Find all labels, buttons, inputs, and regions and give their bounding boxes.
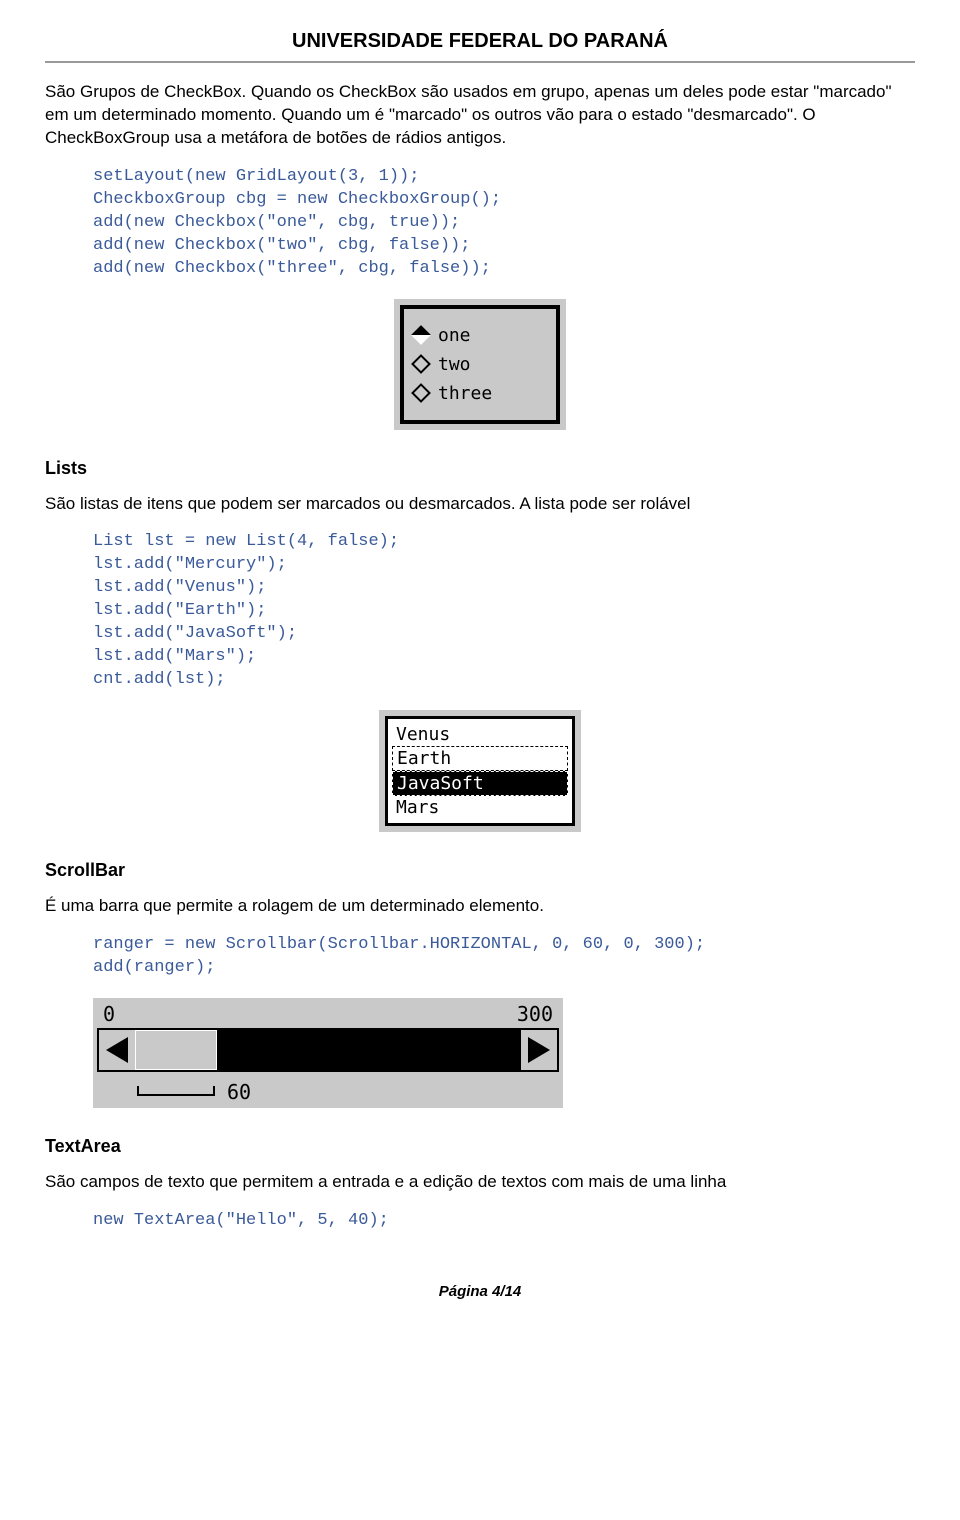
radio-label: three: [438, 383, 492, 404]
radio-option-two: two: [414, 354, 546, 375]
arrow-left-icon: [99, 1030, 135, 1070]
radio-label: one: [438, 325, 471, 346]
scroll-max-label: 300: [517, 1002, 553, 1026]
intro-paragraph: São Grupos de CheckBox. Quando os CheckB…: [45, 81, 915, 150]
header-divider: [45, 61, 915, 63]
scroll-thumb: [135, 1030, 217, 1070]
arrow-right-icon: [521, 1030, 557, 1070]
heading-scrollbar: ScrollBar: [45, 860, 915, 881]
page-footer: Página 4/14: [45, 1283, 915, 1300]
radio-option-three: three: [414, 383, 546, 404]
figure-scrollbar: 0 300 60: [93, 998, 915, 1108]
code-block-textarea: new TextArea("Hello", 5, 40);: [93, 1210, 915, 1233]
radio-option-one: one: [414, 325, 546, 346]
scrollbar-paragraph: É uma barra que permite a rolagem de um …: [45, 895, 915, 918]
diamond-icon: [411, 383, 431, 403]
code-block-scrollbar: ranger = new Scrollbar(Scrollbar.HORIZON…: [93, 934, 915, 980]
code-block-checkboxgroup: setLayout(new GridLayout(3, 1)); Checkbo…: [93, 166, 915, 281]
code-block-lists: List lst = new List(4, false); lst.add("…: [93, 531, 915, 692]
radio-label: two: [438, 354, 471, 375]
heading-textarea: TextArea: [45, 1136, 915, 1157]
figure-radio-group: one two three: [45, 299, 915, 430]
figure-list-widget: Venus Earth JavaSoft Mars: [45, 710, 915, 832]
lists-paragraph: São listas de itens que podem ser marcad…: [45, 493, 915, 516]
list-item: Venus: [392, 723, 568, 746]
page-header-title: UNIVERSIDADE FEDERAL DO PARANÁ: [45, 30, 915, 53]
bracket-indicator: [137, 1082, 215, 1096]
scroll-min-label: 0: [103, 1002, 115, 1026]
list-item: Earth: [392, 746, 568, 771]
list-item-selected: JavaSoft: [392, 771, 568, 796]
diamond-icon: [411, 325, 431, 345]
diamond-icon: [411, 354, 431, 374]
scroll-thumb-label: 60: [227, 1080, 251, 1104]
heading-lists: Lists: [45, 458, 915, 479]
list-item: Mars: [392, 796, 568, 819]
scroll-track: [135, 1030, 521, 1070]
textarea-paragraph: São campos de texto que permitem a entra…: [45, 1171, 915, 1194]
